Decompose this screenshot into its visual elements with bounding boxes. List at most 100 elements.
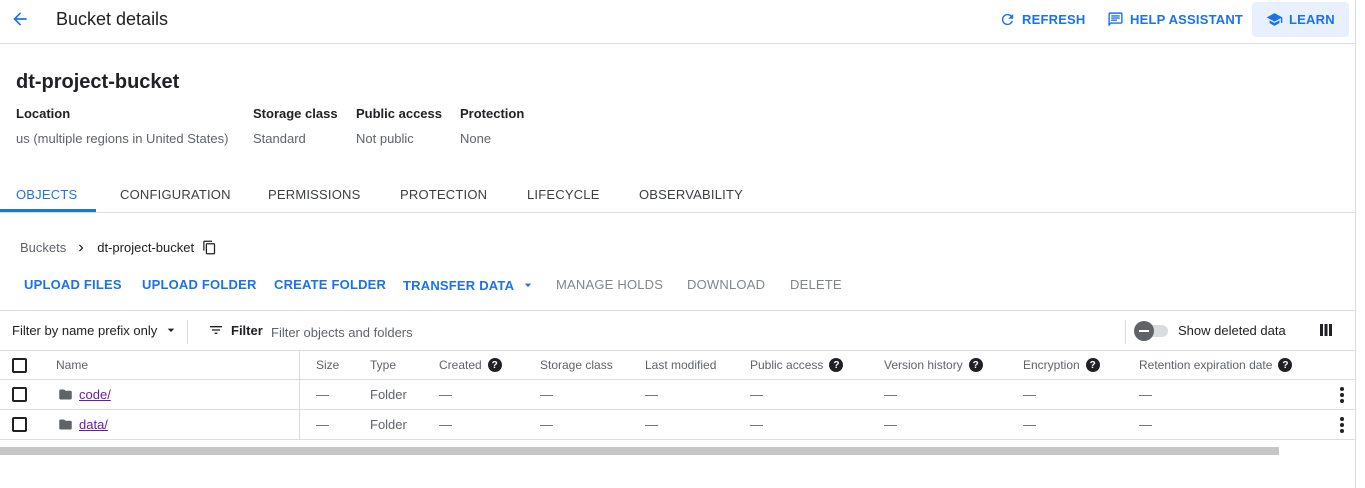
row-checkbox[interactable] xyxy=(12,387,27,402)
help-icon[interactable]: ? xyxy=(487,358,502,372)
meta-public-access: Public access Not public xyxy=(356,106,442,146)
column-header-label: Encryption xyxy=(1023,358,1080,372)
refresh-icon xyxy=(1001,13,1014,25)
learn-button[interactable]: LEARN xyxy=(1252,2,1349,37)
upload-folder-button[interactable]: UPLOAD FOLDER xyxy=(142,277,257,292)
meta-value: Not public xyxy=(356,131,414,146)
more-vert-icon[interactable] xyxy=(1336,387,1348,403)
meta-value: None xyxy=(460,131,492,146)
column-header-label: Public access xyxy=(750,358,824,372)
tab-objects[interactable]: OBJECTS xyxy=(16,176,77,212)
dropdown-arrow-icon xyxy=(167,328,175,332)
retention-cell: — xyxy=(1139,417,1152,432)
filter-mode-select[interactable]: Filter by name prefix only xyxy=(12,322,179,338)
delete-button[interactable]: DELETE xyxy=(790,277,842,292)
column-header-storage-class[interactable]: Storage class xyxy=(540,351,613,379)
column-display-icon[interactable] xyxy=(1319,323,1333,337)
column-header-label: Version history xyxy=(884,358,963,372)
copy-icon[interactable] xyxy=(202,240,217,255)
column-header-encryption[interactable]: Encryption? xyxy=(1023,351,1100,379)
name-cell: data/ xyxy=(79,410,108,439)
back-button[interactable] xyxy=(8,6,32,32)
size-cell: — xyxy=(316,387,329,402)
tab-protection[interactable]: PROTECTION xyxy=(400,176,487,212)
column-header-type[interactable]: Type xyxy=(370,351,396,379)
storage-class-cell: — xyxy=(540,417,553,432)
tab-permissions[interactable]: PERMISSIONS xyxy=(268,176,361,212)
transfer-data-label: TRANSFER DATA xyxy=(403,277,515,293)
tab-configuration[interactable]: CONFIGURATION xyxy=(120,176,231,212)
meta-key: Storage class xyxy=(253,106,338,121)
breadcrumb: Buckets dt-project-bucket xyxy=(20,240,217,255)
page-title: Bucket details xyxy=(56,9,169,29)
meta-protection: Protection None xyxy=(460,106,524,146)
filter-mode-label: Filter by name prefix only xyxy=(12,322,158,338)
column-header-last-modified[interactable]: Last modified xyxy=(645,351,716,379)
folder-icon xyxy=(58,380,73,409)
column-header-name[interactable]: Name xyxy=(56,351,88,379)
version-history-cell: — xyxy=(884,387,897,402)
refresh-button[interactable]: REFRESH xyxy=(999,5,1086,33)
select-all-cell xyxy=(12,351,27,379)
toggle-knob-icon xyxy=(1134,321,1154,341)
transfer-data-button[interactable]: TRANSFER DATA xyxy=(403,277,536,293)
tab-observability[interactable]: OBSERVABILITY xyxy=(639,176,743,212)
encryption-cell: — xyxy=(1023,417,1036,432)
column-divider xyxy=(299,380,300,409)
row-checkbox[interactable] xyxy=(12,417,27,432)
page-header: Bucket details REFRESH HELP ASSISTANT LE… xyxy=(0,0,1356,44)
vertical-scrollbar-track[interactable] xyxy=(1356,0,1365,488)
type-cell: Folder xyxy=(370,417,407,432)
column-header-size[interactable]: Size xyxy=(316,351,339,379)
column-header-label: Retention expiration date xyxy=(1139,358,1273,372)
meta-storage-class: Storage class Standard xyxy=(253,106,338,146)
table-row[interactable]: code/ — Folder — — — — — — — xyxy=(0,380,1356,410)
filter-bar: Filter by name prefix only Filter Show d… xyxy=(0,310,1356,351)
upload-files-button[interactable]: UPLOAD FILES xyxy=(24,277,122,292)
version-history-cell: — xyxy=(884,417,897,432)
select-all-checkbox[interactable] xyxy=(12,357,27,373)
help-icon[interactable]: ? xyxy=(829,358,844,372)
folder-icon xyxy=(58,410,73,439)
breadcrumb-buckets-link[interactable]: Buckets xyxy=(20,240,66,255)
table-row[interactable]: data/ — Folder — — — — — — — xyxy=(0,410,1356,440)
meta-key: Location xyxy=(16,106,71,121)
divider xyxy=(1125,320,1126,344)
filter-list-icon xyxy=(210,326,222,334)
create-folder-button[interactable]: CREATE FOLDER xyxy=(274,277,386,292)
help-icon[interactable]: ? xyxy=(968,358,983,372)
arrow-back-icon xyxy=(13,12,27,26)
column-header-retention[interactable]: Retention expiration date? xyxy=(1139,351,1293,379)
column-divider xyxy=(299,351,300,379)
meta-key: Public access xyxy=(356,106,442,121)
meta-value: us (multiple regions in United States) xyxy=(16,131,229,146)
show-deleted-label: Show deleted data xyxy=(1178,323,1286,338)
download-button[interactable]: DOWNLOAD xyxy=(687,277,765,292)
table-header-row: Name Size Type Created? Storage class La… xyxy=(0,351,1356,380)
more-vert-icon[interactable] xyxy=(1336,417,1348,433)
public-access-cell: — xyxy=(750,387,763,402)
column-header-label: Created xyxy=(439,358,482,372)
horizontal-scrollbar[interactable] xyxy=(0,447,1279,455)
folder-link[interactable]: code/ xyxy=(79,387,111,402)
column-header-version-history[interactable]: Version history? xyxy=(884,351,983,379)
type-cell: Folder xyxy=(370,387,407,402)
size-cell: — xyxy=(316,417,329,432)
tab-lifecycle[interactable]: LIFECYCLE xyxy=(527,176,600,212)
encryption-cell: — xyxy=(1023,387,1036,402)
show-deleted-toggle[interactable] xyxy=(1134,321,1170,341)
divider xyxy=(187,320,188,344)
breadcrumb-current: dt-project-bucket xyxy=(97,240,195,255)
folder-link[interactable]: data/ xyxy=(79,417,108,432)
help-icon[interactable]: ? xyxy=(1278,358,1293,372)
meta-key: Protection xyxy=(460,106,525,121)
filter-label-group: Filter xyxy=(208,322,263,338)
last-modified-cell: — xyxy=(645,417,658,432)
bucket-name: dt-project-bucket xyxy=(16,71,180,93)
column-header-created[interactable]: Created? xyxy=(439,351,502,379)
filter-input[interactable] xyxy=(271,321,831,343)
manage-holds-button[interactable]: MANAGE HOLDS xyxy=(556,277,663,292)
help-icon[interactable]: ? xyxy=(1085,358,1100,372)
help-assistant-button[interactable]: HELP ASSISTANT xyxy=(1107,5,1243,33)
column-header-public-access[interactable]: Public access? xyxy=(750,351,844,379)
